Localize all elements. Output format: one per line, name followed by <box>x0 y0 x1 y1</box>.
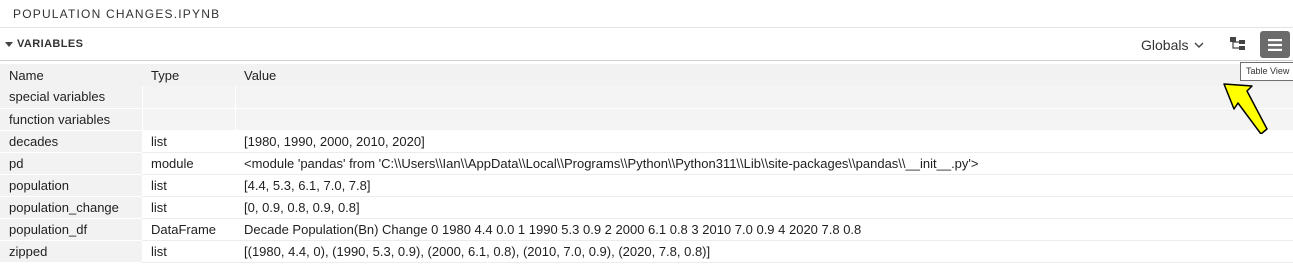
variable-type <box>141 86 235 109</box>
table-row[interactable]: decades list [1980, 1990, 2000, 2010, 20… <box>0 130 1293 153</box>
tree-view-button[interactable] <box>1226 32 1250 56</box>
chevron-down-icon <box>1194 42 1204 48</box>
variable-value <box>234 86 1293 109</box>
variable-name: population <box>0 174 142 197</box>
variable-name: zipped <box>0 240 142 263</box>
table-row[interactable]: population_change list [0, 0.9, 0.8, 0.9… <box>0 196 1293 219</box>
title-bar: POPULATION CHANGES.IPYNB <box>0 0 1293 28</box>
scope-dropdown[interactable]: Globals <box>1141 36 1204 54</box>
arrow-pointer-icon <box>1223 83 1268 134</box>
variable-value: [1980, 1990, 2000, 2010, 2020] <box>235 130 1293 153</box>
variable-value <box>234 108 1293 131</box>
column-header-type[interactable]: Type <box>142 64 235 86</box>
variable-value: <module 'pandas' from 'C:\\Users\\Ian\\A… <box>235 152 1293 175</box>
variable-name: population_df <box>0 218 142 241</box>
variable-name: decades <box>0 130 142 153</box>
variable-value: Decade Population(Bn) Change 0 1980 4.4 … <box>235 218 1293 241</box>
column-header-name[interactable]: Name <box>0 64 142 86</box>
table-row-special-variables[interactable]: special variables <box>0 86 1293 109</box>
section-title: VARIABLES <box>17 38 84 50</box>
variable-type <box>141 108 235 131</box>
table-view-button[interactable] <box>1260 31 1290 58</box>
variable-type: list <box>142 130 235 153</box>
variable-value: [(1980, 4.4, 0), (1990, 5.3, 0.9), (2000… <box>235 240 1293 263</box>
table-row-function-variables[interactable]: function variables <box>0 108 1293 131</box>
variable-type: list <box>142 174 235 197</box>
table-row[interactable]: population_df DataFrame Decade Populatio… <box>0 218 1293 241</box>
variable-type: list <box>142 196 235 219</box>
column-header-value[interactable]: Value <box>235 64 1293 86</box>
variable-type: module <box>142 152 235 175</box>
scope-dropdown-label: Globals <box>1141 37 1189 53</box>
tree-view-icon <box>1230 37 1245 50</box>
table-view-tooltip: Table View <box>1240 62 1293 81</box>
variable-type: DataFrame <box>142 218 235 241</box>
variable-value: [0, 0.9, 0.8, 0.9, 0.8] <box>235 196 1293 219</box>
notebook-title: POPULATION CHANGES.IPYNB <box>13 7 221 21</box>
variables-table: Name Type Value special variables functi… <box>0 64 1293 263</box>
table-header-row: Name Type Value <box>0 64 1293 86</box>
variable-name: function variables <box>0 108 142 131</box>
table-view-icon <box>1268 38 1282 51</box>
variable-name: pd <box>0 152 142 175</box>
table-row[interactable]: pd module <module 'pandas' from 'C:\\Use… <box>0 152 1293 175</box>
variable-type: list <box>142 240 235 263</box>
variable-value: [4.4, 5.3, 6.1, 7.0, 7.8] <box>235 174 1293 197</box>
variable-name: special variables <box>0 86 142 109</box>
variable-name: population_change <box>0 196 142 219</box>
table-row[interactable]: population list [4.4, 5.3, 6.1, 7.0, 7.8… <box>0 174 1293 197</box>
chevron-down-icon[interactable] <box>5 42 13 47</box>
table-row[interactable]: zipped list [(1980, 4.4, 0), (1990, 5.3,… <box>0 240 1293 263</box>
variables-section-header[interactable]: VARIABLES Globals <box>0 29 1293 61</box>
